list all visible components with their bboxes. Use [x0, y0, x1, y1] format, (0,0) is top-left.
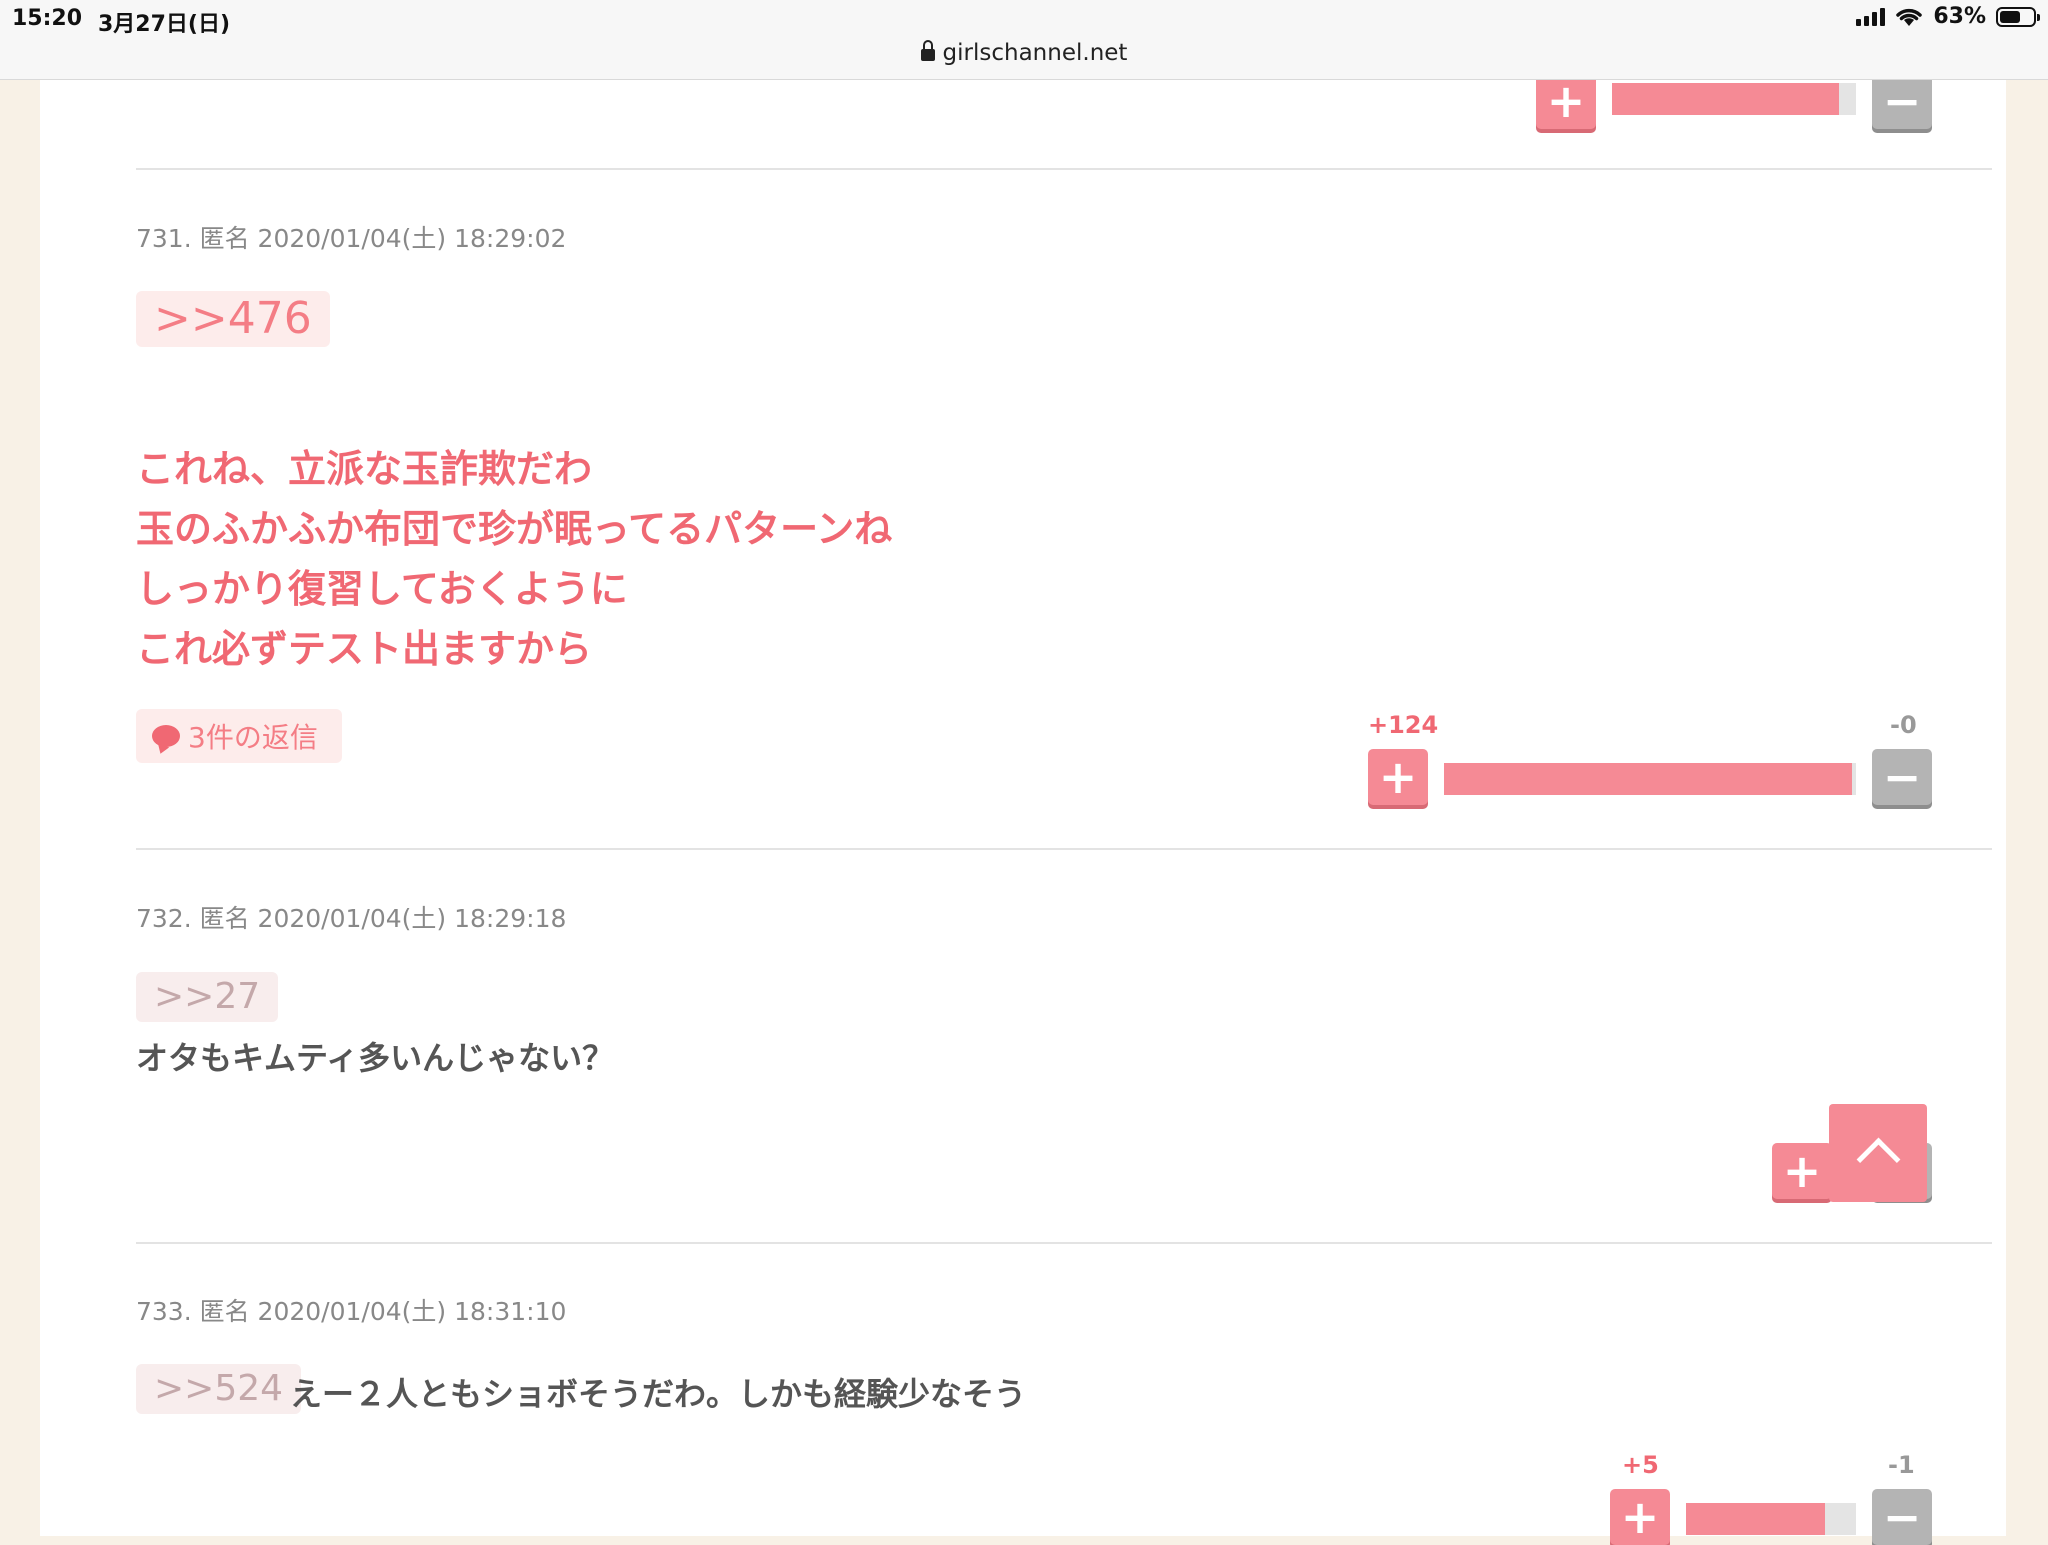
vote-bar — [1444, 763, 1856, 795]
chevron-up-icon — [1856, 1137, 1901, 1182]
comment-line: これ必ずテスト出ますから — [136, 627, 593, 671]
battery-percent: 63% — [1933, 4, 1986, 29]
plus-vote-button[interactable]: + — [1536, 73, 1596, 129]
comment-meta: 731. 匿名 2020/01/04(土) 18:29:02 — [136, 224, 567, 253]
comment-body: オタもキムティ多いんじゃない？ — [136, 1039, 615, 1077]
comments-panel: + − 731. 匿名 2020/01/04(土) 18:29:02 >>476… — [40, 73, 2006, 1545]
vote-bar-fill — [1444, 763, 1852, 795]
plus-vote-button[interactable]: + — [1772, 1143, 1832, 1199]
comment-line: 玉のふかふか布団で珍が眠ってるパターンね — [136, 507, 893, 551]
reply-anchor-link[interactable]: >>524 — [136, 1364, 302, 1414]
vote-bar-fill — [1612, 83, 1839, 115]
lock-icon — [920, 40, 935, 61]
comment-divider — [136, 1242, 1992, 1244]
plus-vote-button[interactable]: + — [1368, 749, 1428, 805]
wifi-icon — [1896, 8, 1923, 26]
battery-icon — [1996, 6, 2040, 27]
comment-line: しっかり復習しておくように — [136, 567, 628, 611]
status-bar: 15:20 3月27日(日) 63% girlschannel.net — [0, 0, 2048, 80]
minus-vote-button[interactable]: − — [1872, 749, 1932, 805]
minus-vote-button[interactable]: − — [1872, 73, 1932, 129]
vote-bar-fill — [1686, 1503, 1826, 1535]
status-indicators: 63% — [1856, 4, 2040, 29]
scroll-to-top-button[interactable] — [1829, 1104, 1927, 1202]
plus-vote-button[interactable]: + — [1610, 1489, 1670, 1545]
plus-count: +124 — [1368, 711, 1439, 739]
comment-line: これね、立派な玉詐欺だわ — [136, 447, 593, 491]
reply-anchor-link[interactable]: >>27 — [136, 972, 279, 1022]
address-bar[interactable]: girlschannel.net — [0, 40, 2048, 66]
cellular-signal-icon — [1856, 7, 1886, 26]
plus-count: +5 — [1622, 1451, 1659, 1479]
comment-divider — [136, 168, 1992, 170]
comment-body: えー２人ともショボそうだわ。しかも経験少なそう — [290, 1375, 1027, 1413]
comment-meta: 732. 匿名 2020/01/04(土) 18:29:18 — [136, 904, 567, 933]
comment-body: これね、立派な玉詐欺だわ 玉のふかふか布団で珍が眠ってるパターンね しっかり復習… — [136, 439, 892, 679]
vote-bar — [1612, 83, 1856, 115]
reply-anchor-link[interactable]: >>476 — [136, 291, 330, 347]
vote-bar — [1686, 1503, 1856, 1535]
comment-divider — [136, 848, 1992, 850]
minus-count: -0 — [1890, 711, 1917, 739]
replies-button[interactable]: 3件の返信 — [136, 709, 342, 763]
minus-vote-button[interactable]: − — [1872, 1489, 1932, 1545]
url-text: girlschannel.net — [942, 40, 1128, 66]
speech-bubble-icon — [152, 725, 180, 747]
status-time: 15:20 — [12, 6, 83, 31]
minus-count: -1 — [1888, 1451, 1915, 1479]
status-date: 3月27日(日) — [98, 12, 231, 37]
comment-meta: 733. 匿名 2020/01/04(土) 18:31:10 — [136, 1297, 567, 1326]
replies-label: 3件の返信 — [188, 721, 318, 754]
